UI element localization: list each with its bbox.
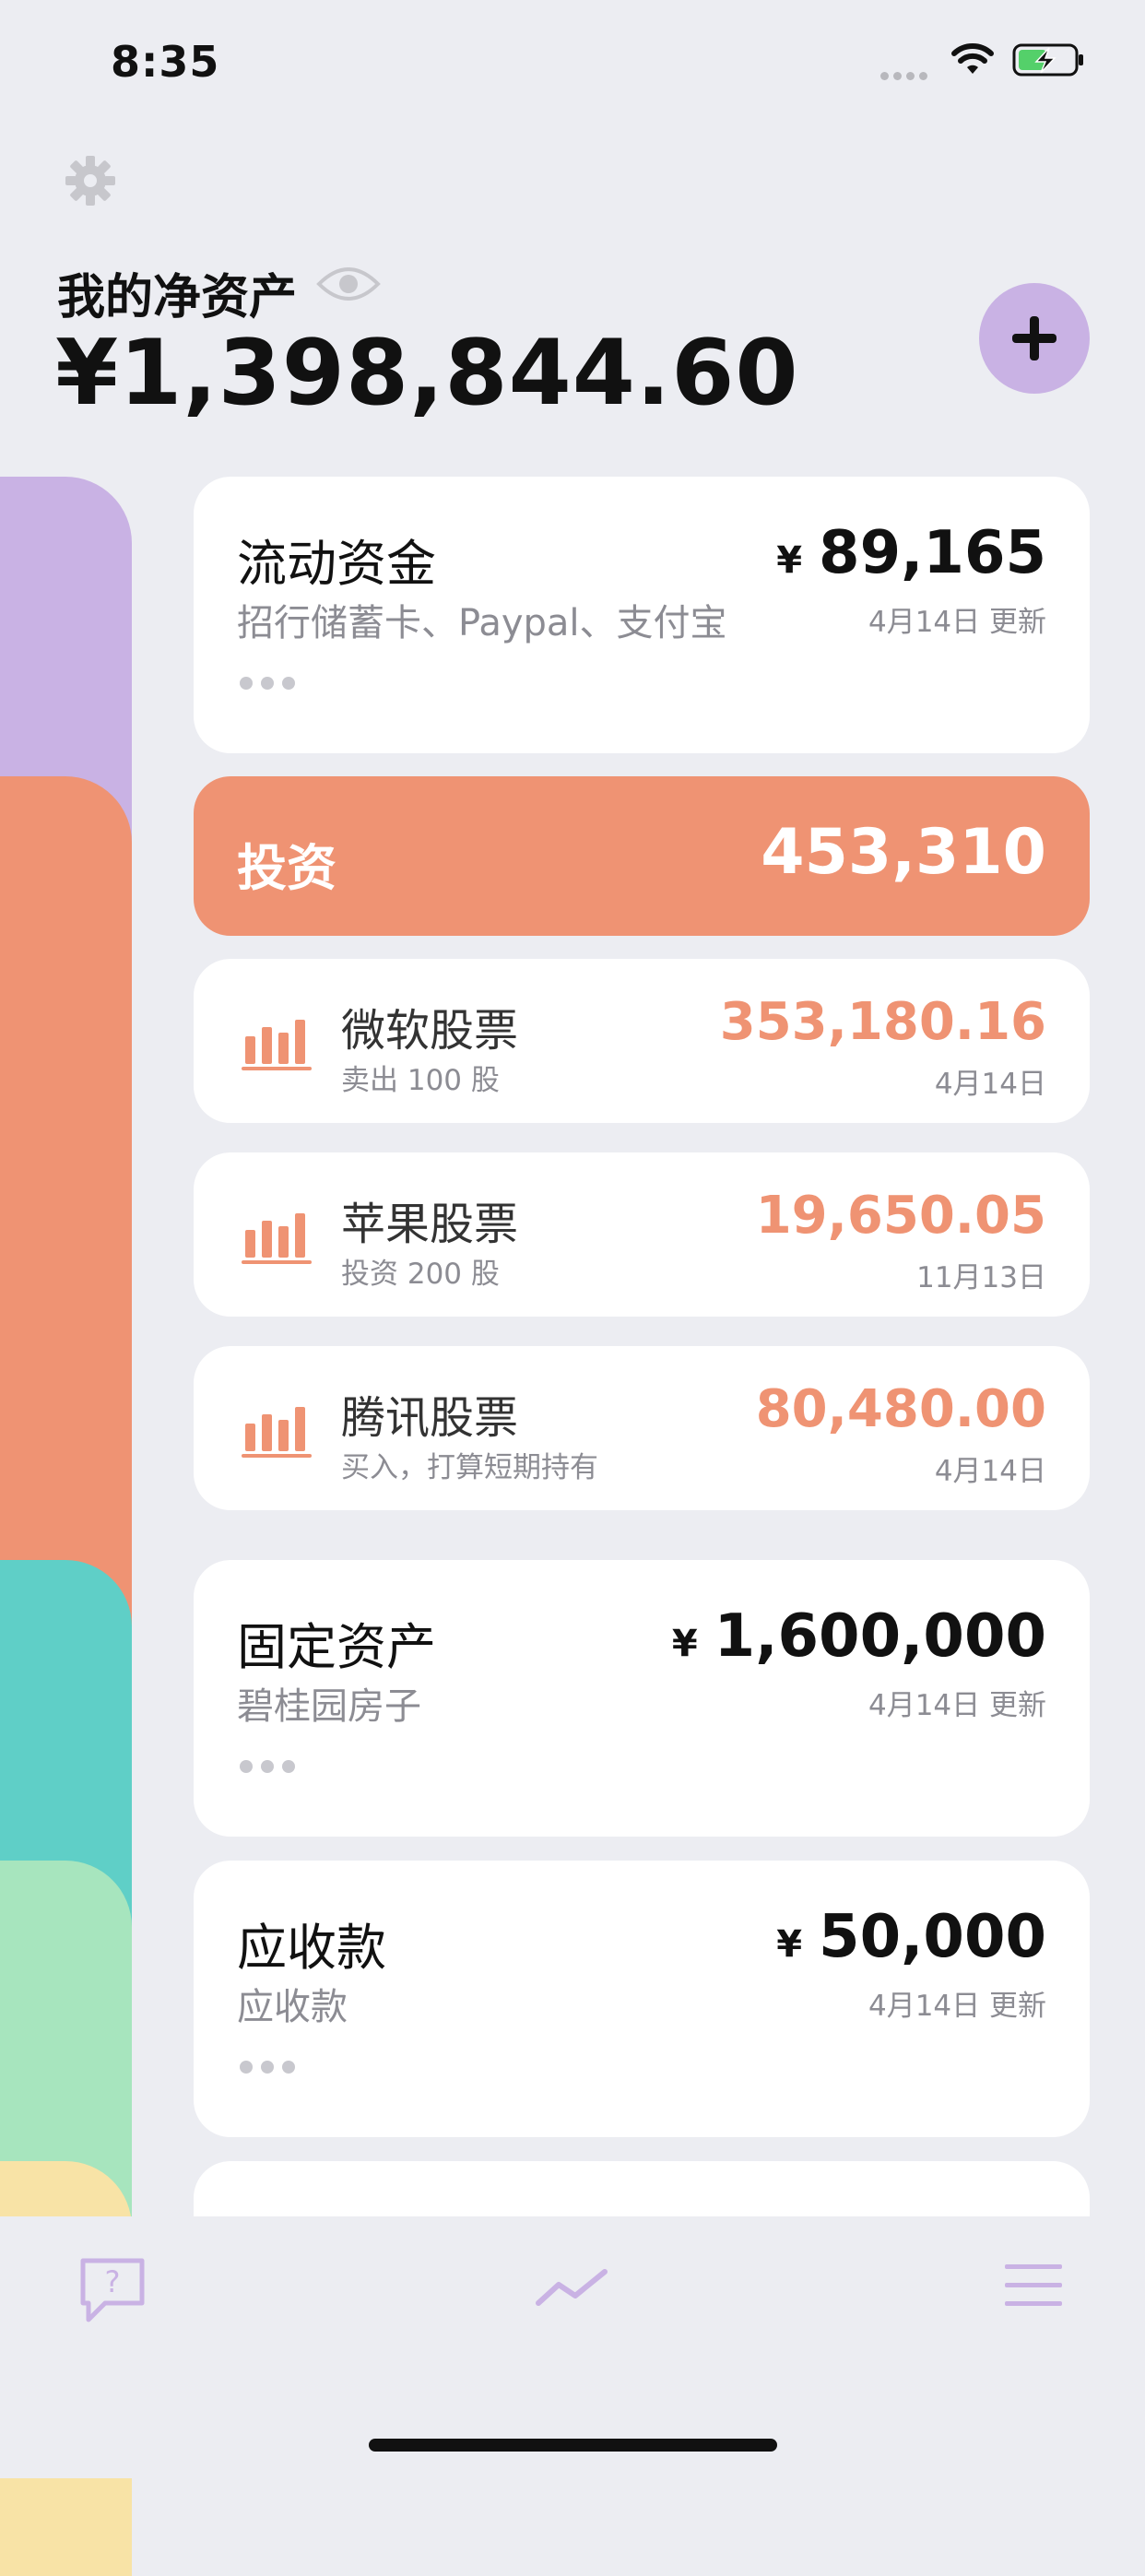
stock-note: 卖出 100 股 [341,1064,500,1097]
stock-item[interactable]: 苹果股票 投资 200 股 19,650.05 11月13日 [194,1152,1090,1317]
category-updated-date: 4月14日 更新 [868,1990,1046,2023]
stock-name: 苹果股票 [341,1199,519,1250]
category-name: 固定资产 [237,1618,436,1676]
category-updated-date: 4月14日 更新 [868,1689,1046,1722]
category-amount: ¥50,000 [776,1903,1046,1971]
bar-chart-icon [242,1213,312,1264]
stock-value: 80,480.00 [755,1379,1046,1439]
stock-value: 19,650.05 [755,1186,1046,1246]
category-card-liquid[interactable]: 流动资金 招行储蓄卡、Paypal、支付宝 ¥89,165 4月14日 更新 [194,477,1090,753]
add-asset-button[interactable] [979,283,1090,394]
stock-note: 买入，打算短期持有 [341,1451,598,1484]
category-amount: ¥1,600,000 [671,1602,1046,1671]
category-color-bar-orange [0,776,132,1652]
net-worth-title: 我的净资产 [57,270,298,325]
investment-label: 投资 [237,839,336,897]
stock-note: 投资 200 股 [341,1258,500,1291]
stock-name: 微软股票 [341,1005,519,1057]
category-name: 应收款 [237,1919,386,1977]
category-updated-date: 4月14日 更新 [868,606,1046,639]
category-card-fixed-assets[interactable]: 固定资产 碧桂园房子 ¥1,600,000 4月14日 更新 [194,1560,1090,1837]
investment-total: 453,310 [761,816,1046,889]
category-description: 应收款 [237,1986,348,2028]
status-time: 8:35 [111,37,220,87]
stock-value: 353,180.16 [719,992,1046,1052]
stock-date: 11月13日 [916,1261,1046,1294]
help-icon[interactable]: ? [77,2255,148,2325]
battery-charging-icon [1012,43,1083,77]
trend-chart-icon[interactable] [535,2264,608,2310]
stock-date: 4月14日 [934,1068,1046,1101]
signal-icon [880,66,932,80]
svg-text:?: ? [105,2264,121,2299]
category-description: 招行储蓄卡、Paypal、支付宝 [237,602,727,644]
settings-gear-icon[interactable] [65,155,116,207]
wifi-icon [951,43,994,74]
menu-icon[interactable] [1003,2261,1064,2310]
more-dots-icon[interactable] [240,1759,303,1773]
stock-name: 腾讯股票 [341,1392,519,1444]
stock-date: 4月14日 [934,1455,1046,1488]
category-amount: ¥89,165 [776,519,1046,587]
stock-item[interactable]: 腾讯股票 买入，打算短期持有 80,480.00 4月14日 [194,1346,1090,1510]
visibility-eye-icon[interactable] [315,256,382,312]
category-card-receivables[interactable]: 应收款 应收款 ¥50,000 4月14日 更新 [194,1861,1090,2137]
category-description: 碧桂园房子 [237,1685,421,1728]
category-name: 流动资金 [237,535,436,593]
category-card-investment[interactable]: 投资 453,310 [194,776,1090,936]
net-worth-amount: ¥1,398,844.60 [55,321,799,426]
bar-chart-icon [242,1407,312,1458]
more-dots-icon[interactable] [240,2060,303,2074]
more-dots-icon[interactable] [240,676,303,690]
stock-item[interactable]: 微软股票 卖出 100 股 353,180.16 4月14日 [194,959,1090,1123]
bar-chart-icon [242,1020,312,1070]
home-indicator [369,2439,777,2452]
